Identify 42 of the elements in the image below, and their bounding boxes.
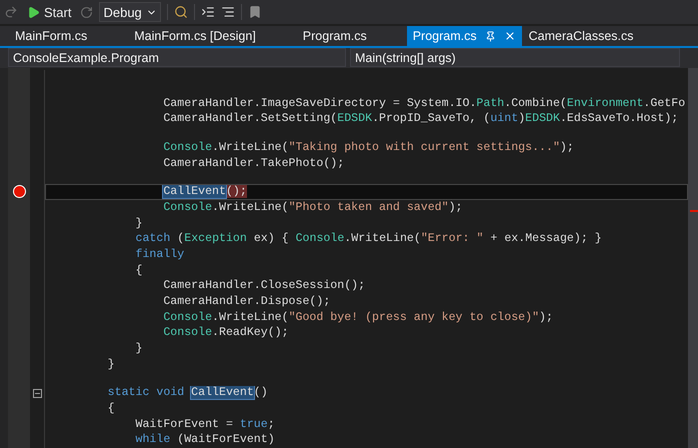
scrollbar[interactable]: [688, 68, 698, 448]
close-icon[interactable]: [504, 30, 516, 42]
redo-icon[interactable]: [4, 5, 18, 19]
file-tab[interactable]: CameraClasses.cs: [522, 26, 674, 46]
code-line: Console.WriteLine("Taking photo with current settings...");: [162, 140, 575, 156]
collapse-icon[interactable]: [32, 388, 42, 398]
code-line: {: [106, 400, 116, 417]
code-line: Console.WriteLine("Good bye! (press any key to close)");: [162, 310, 554, 326]
code-line: }: [134, 216, 144, 232]
play-icon: [27, 6, 40, 18]
code-line: }: [106, 356, 116, 372]
code-line: }: [134, 341, 144, 357]
type-dropdown[interactable]: ConsoleExample.Program: [8, 48, 346, 67]
search-icon[interactable]: [174, 5, 188, 19]
code-line: WaitForEvent = true;: [134, 416, 276, 432]
refresh-icon[interactable]: [80, 6, 94, 18]
code-line: CameraHandler.CloseSession();: [162, 278, 366, 294]
code-line: finally: [134, 246, 186, 263]
start-button[interactable]: Start: [24, 2, 74, 22]
code-line: CameraHandler.Dispose();: [162, 294, 332, 310]
code-line: Console.WriteLine("Photo taken and saved");: [162, 200, 464, 216]
code-line: catch (Exception ex) { Console.WriteLine("Error: " + ex.Message); }: [134, 231, 603, 247]
code-line: Console.ReadKey();: [162, 325, 290, 341]
error-marker: [690, 210, 698, 212]
align-icon[interactable]: [221, 5, 236, 19]
member-dropdown[interactable]: Main(string[] args): [350, 48, 680, 67]
file-tab[interactable]: Program.cs: [406, 26, 522, 46]
file-tab[interactable]: MainForm.cs [Design]: [127, 26, 296, 46]
pin-icon[interactable]: [484, 30, 496, 42]
code-line: static void CallEvent(): [106, 385, 269, 401]
file-tab[interactable]: Program.cs: [296, 26, 407, 46]
code-line: CameraHandler.SetSetting(EDSDK.PropID_SaveTo, (uint)EDSDK.EdsSaveTo.Host);: [162, 111, 680, 128]
configuration-dropdown[interactable]: Debug: [99, 2, 162, 22]
code-line: CameraHandler.TakePhoto();: [162, 156, 346, 172]
bookmark-icon[interactable]: [248, 5, 262, 19]
code-line: while (WaitForEvent): [134, 432, 276, 448]
breakpoint-icon[interactable]: [12, 185, 26, 198]
indent-icon[interactable]: [201, 5, 216, 19]
file-tab[interactable]: MainForm.cs: [8, 26, 128, 46]
code-line: CameraHandler.ImageSaveDirectory = System.IO.Path.Combine(Environment.GetFo: [162, 96, 686, 112]
code-line: {: [134, 262, 144, 278]
code-editor[interactable]: [0, 68, 688, 448]
